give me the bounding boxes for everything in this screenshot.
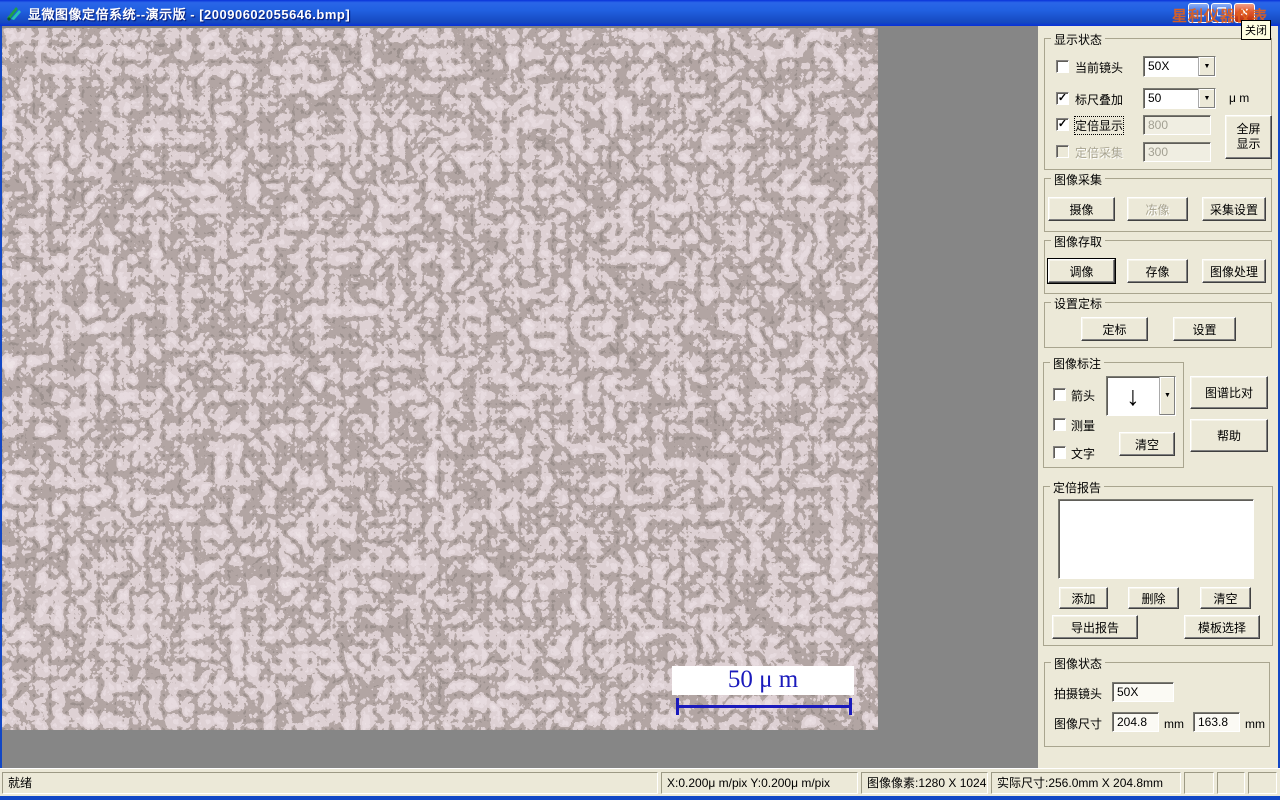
status-ready: 就绪 — [2, 772, 658, 794]
scalebar-label: 50 μ m — [672, 666, 854, 695]
template-select-button[interactable]: 模板选择 — [1184, 615, 1260, 639]
status-empty-cell — [1184, 772, 1214, 794]
image-process-button[interactable]: 图像处理 — [1202, 259, 1266, 283]
current-lens-label: 当前镜头 — [1075, 61, 1124, 75]
measure-checkbox[interactable] — [1053, 418, 1066, 431]
load-image-button[interactable]: 调像 — [1048, 259, 1115, 283]
display-status-group: 显示状态 当前镜头 50X ▼ ✓ 标尺叠加 50 ▼ μ m ✓ 定倍显示 8… — [1044, 31, 1272, 170]
image-width-unit: mm — [1164, 717, 1184, 731]
annotation-group-label: 图像标注 — [1050, 355, 1105, 372]
fixed-display-label: 定倍显示 — [1073, 116, 1125, 135]
report-add-button[interactable]: 添加 — [1059, 587, 1108, 609]
control-panel: 显示状态 当前镜头 50X ▼ ✓ 标尺叠加 50 ▼ μ m ✓ 定倍显示 8… — [1038, 26, 1278, 768]
image-width-field: 204.8 — [1112, 712, 1159, 732]
fixed-display-checkbox[interactable]: ✓ — [1056, 118, 1069, 131]
calibration-group: 设置定标 定标 设置 — [1044, 295, 1272, 348]
scale-overlay-label: 标尺叠加 — [1075, 93, 1124, 107]
annotation-group: 图像标注 箭头 ↓ ▼ 测量 文字 清空 — [1043, 355, 1184, 468]
status-actual-size: 实际尺寸:256.0mm X 204.8mm — [991, 772, 1181, 794]
scale-value: 50 — [1148, 91, 1162, 105]
window-border-bottom — [0, 796, 1280, 800]
image-status-group: 图像状态 拍摄镜头 50X 图像尺寸 204.8 mm 163.8 mm — [1044, 655, 1270, 747]
export-report-button[interactable]: 导出报告 — [1052, 615, 1138, 639]
chevron-down-icon[interactable]: ▼ — [1159, 377, 1175, 415]
scalebar-line — [676, 698, 852, 715]
report-group: 定倍报告 添加 删除 清空 导出报告 模板选择 — [1043, 479, 1273, 646]
fixed-capture-checkbox[interactable] — [1056, 145, 1069, 158]
report-group-label: 定倍报告 — [1050, 479, 1105, 496]
calibration-group-label: 设置定标 — [1051, 295, 1106, 312]
image-storage-group-label: 图像存取 — [1051, 233, 1106, 250]
capture-settings-button[interactable]: 采集设置 — [1202, 197, 1266, 221]
measure-checkbox-label: 测量 — [1071, 419, 1096, 433]
display-status-group-label: 显示状态 — [1051, 31, 1106, 48]
image-storage-group: 图像存取 调像 存像 图像处理 — [1044, 233, 1272, 294]
status-empty-cell — [1248, 772, 1277, 794]
shooting-lens-label: 拍摄镜头 — [1054, 687, 1103, 701]
image-capture-group: 图像采集 摄像 冻像 采集设置 — [1044, 171, 1272, 232]
shoot-button[interactable]: 摄像 — [1048, 197, 1115, 221]
image-capture-group-label: 图像采集 — [1051, 171, 1106, 188]
current-lens-value: 50X — [1148, 59, 1170, 73]
image-size-label: 图像尺寸 — [1054, 717, 1103, 731]
status-image-pixels: 图像像素:1280 X 1024 — [861, 772, 988, 794]
chevron-down-icon[interactable]: ▼ — [1198, 89, 1215, 108]
text-checkbox-label: 文字 — [1071, 447, 1096, 461]
fixed-capture-field: 300 — [1143, 142, 1211, 162]
arrow-style-select[interactable]: ↓ ▼ — [1106, 376, 1176, 416]
fullscreen-button-line2: 显示 — [1236, 137, 1261, 151]
image-status-group-label: 图像状态 — [1051, 655, 1106, 672]
report-listbox[interactable] — [1058, 499, 1254, 579]
down-arrow-icon: ↓ — [1126, 381, 1140, 411]
annotation-clear-button[interactable]: 清空 — [1119, 432, 1175, 456]
shooting-lens-field: 50X — [1112, 682, 1174, 702]
image-height-unit: mm — [1245, 717, 1265, 731]
report-delete-button[interactable]: 删除 — [1128, 587, 1179, 609]
fixed-display-field: 800 — [1143, 115, 1211, 135]
chevron-down-icon[interactable]: ▼ — [1198, 57, 1215, 76]
window-title: 显微图像定倍系统--演示版 - [20090602055646.bmp] — [28, 6, 351, 22]
arrow-checkbox-label: 箭头 — [1071, 389, 1096, 403]
fixed-capture-label: 定倍采集 — [1075, 146, 1124, 160]
freeze-button[interactable]: 冻像 — [1127, 197, 1188, 221]
text-checkbox[interactable] — [1053, 446, 1066, 459]
scale-unit-label: μ m — [1229, 91, 1250, 105]
fullscreen-button-line1: 全屏 — [1236, 122, 1261, 136]
status-pixel-scale: X:0.200μ m/pix Y:0.200μ m/pix — [661, 772, 858, 794]
atlas-compare-button[interactable]: 图谱比对 — [1190, 376, 1268, 409]
scale-value-select[interactable]: 50 ▼ — [1143, 88, 1216, 109]
application-window: 显微图像定倍系统--演示版 - [20090602055646.bmp] — ❐… — [0, 0, 1280, 800]
micrograph-canvas[interactable]: 50 μ m — [2, 28, 878, 730]
status-empty-cell — [1217, 772, 1245, 794]
app-brush-icon — [7, 6, 21, 21]
save-image-button[interactable]: 存像 — [1127, 259, 1188, 283]
current-lens-select[interactable]: 50X ▼ — [1143, 56, 1216, 77]
close-tooltip: 关闭 — [1241, 20, 1271, 40]
report-clear-button[interactable]: 清空 — [1200, 587, 1251, 609]
help-button[interactable]: 帮助 — [1190, 419, 1268, 452]
calibrate-button[interactable]: 定标 — [1081, 317, 1148, 341]
current-lens-checkbox[interactable] — [1056, 60, 1069, 73]
arrow-checkbox[interactable] — [1053, 388, 1066, 401]
scale-overlay-checkbox[interactable]: ✓ — [1056, 92, 1069, 105]
statusbar: 就绪 X:0.200μ m/pix Y:0.200μ m/pix 图像像素:12… — [0, 768, 1280, 796]
calibration-settings-button[interactable]: 设置 — [1173, 317, 1236, 341]
titlebar: 显微图像定倍系统--演示版 - [20090602055646.bmp] — [0, 0, 1280, 26]
fullscreen-button[interactable]: 全屏 显示 — [1225, 115, 1272, 159]
image-height-field: 163.8 — [1193, 712, 1240, 732]
micrograph-image — [2, 28, 878, 730]
